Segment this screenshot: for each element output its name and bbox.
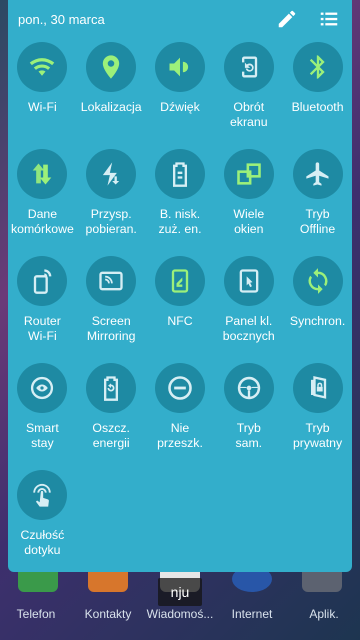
tile-bluetooth[interactable]: Bluetooth xyxy=(283,42,352,149)
tile-button[interactable] xyxy=(17,42,68,92)
tile-nfc[interactable]: NFC xyxy=(146,256,215,363)
list-view-button[interactable] xyxy=(314,4,344,34)
tile-button[interactable] xyxy=(17,363,68,413)
tile-label: Screen Mirroring xyxy=(86,314,136,343)
screen-rotation-icon xyxy=(241,56,257,78)
tile-hotspot[interactable]: Router Wi-Fi xyxy=(8,256,77,363)
tile-smart-stay[interactable]: Smart stay xyxy=(8,363,77,470)
toast-message: nju xyxy=(158,578,202,606)
tile-label: Nie przeszk. xyxy=(157,421,203,450)
tile-label: Lokalizacja xyxy=(80,100,142,114)
pencil-icon xyxy=(278,10,296,28)
tile-sync[interactable]: Synchron. xyxy=(283,256,352,363)
touch-sensitivity-icon xyxy=(33,483,52,507)
private-mode-icon xyxy=(310,376,326,399)
tile-label: Synchron. xyxy=(289,314,346,328)
hotspot-icon xyxy=(34,269,52,294)
side-key-panel-icon xyxy=(239,269,259,293)
quick-settings-grid: Wi-Fi Lokalizacja Dźwięk Obrót ekranu Blueto… xyxy=(8,42,352,577)
tile-mobile-data[interactable]: Dane komórkowe xyxy=(8,149,77,256)
tile-do-not-disturb[interactable]: Nie przeszk. xyxy=(146,363,215,470)
tile-button[interactable] xyxy=(223,42,274,92)
tile-label: Smart stay xyxy=(25,421,59,450)
tile-label: Bluetooth xyxy=(291,100,344,114)
tile-multi-window[interactable]: Wiele okien xyxy=(214,149,283,256)
tile-label: B. nisk. zuż. en. xyxy=(158,207,202,236)
tile-private-mode[interactable]: Tryb prywatny xyxy=(283,363,352,470)
tile-label: Dane komórkowe xyxy=(10,207,74,236)
tile-button[interactable] xyxy=(223,149,274,199)
location-pin-icon xyxy=(103,55,120,79)
tile-button[interactable] xyxy=(86,363,137,413)
tile-label: Panel kl. bocznych xyxy=(222,314,275,343)
tile-label: Router Wi-Fi xyxy=(23,314,61,343)
tile-button[interactable] xyxy=(17,256,68,306)
dock-label-telefon: Telefon xyxy=(16,607,56,621)
tile-label: Obrót ekranu xyxy=(229,100,268,129)
bluetooth-icon xyxy=(309,55,325,79)
tile-button[interactable] xyxy=(223,256,274,306)
smart-stay-icon xyxy=(31,376,54,400)
date-label: pon., 30 marca xyxy=(18,11,105,27)
tile-power-saving[interactable]: Oszcz. energii xyxy=(77,363,146,470)
tile-ultra-power-saving[interactable]: B. nisk. zuż. en. xyxy=(146,149,215,256)
dock-label-internet: Internet xyxy=(231,607,273,621)
dock-label-wiadomosci: Wiadomoś... xyxy=(146,607,214,621)
tile-button[interactable] xyxy=(86,149,137,199)
tile-label: Wi-Fi xyxy=(28,100,57,114)
tile-button[interactable] xyxy=(154,363,205,413)
tile-label: Wiele okien xyxy=(233,207,265,236)
tile-button[interactable] xyxy=(86,42,137,92)
sync-icon xyxy=(308,268,328,294)
airplane-icon xyxy=(305,162,329,186)
tile-download-booster[interactable]: Przysp. pobieran. xyxy=(77,149,146,256)
tile-screen-mirroring[interactable]: Screen Mirroring xyxy=(77,256,146,363)
tile-screen-rotation[interactable]: Obrót ekranu xyxy=(214,42,283,149)
tile-button[interactable] xyxy=(292,149,343,199)
multi-window-icon xyxy=(236,163,261,185)
tile-speaker[interactable]: Dźwięk xyxy=(146,42,215,149)
mobile-data-icon xyxy=(33,163,52,185)
quick-settings-panel: pon., 30 marca Wi-Fi Lokalizacja Dźwięk Obr… xyxy=(8,0,352,572)
dock-label-aplikacje: Aplik. xyxy=(309,607,339,621)
tile-label: Przysp. pobieran. xyxy=(85,207,137,236)
tile-button[interactable] xyxy=(223,363,274,413)
wifi-icon xyxy=(30,58,55,76)
tile-label: Tryb sam. xyxy=(235,421,263,450)
tile-button[interactable] xyxy=(17,470,68,520)
tile-wifi[interactable]: Wi-Fi xyxy=(8,42,77,149)
tile-button[interactable] xyxy=(292,42,343,92)
tile-button[interactable] xyxy=(154,256,205,306)
speaker-icon xyxy=(169,57,189,77)
tile-label: Tryb Offline xyxy=(299,207,336,236)
tile-button[interactable] xyxy=(154,149,205,199)
screen-mirroring-icon xyxy=(99,271,123,291)
tile-button[interactable] xyxy=(154,42,205,92)
tile-button[interactable] xyxy=(17,149,68,199)
tile-label: Czułość dotyku xyxy=(20,528,65,557)
tile-button[interactable] xyxy=(292,363,343,413)
dock-label-kontakty: Kontakty xyxy=(84,607,132,621)
tile-touch-sensitivity[interactable]: Czułość dotyku xyxy=(8,470,77,577)
edit-button[interactable] xyxy=(272,4,302,34)
panel-header: pon., 30 marca xyxy=(8,0,352,38)
tile-button[interactable] xyxy=(86,256,137,306)
tile-side-key-panel[interactable]: Panel kl. bocznych xyxy=(214,256,283,363)
tile-label: NFC xyxy=(167,314,193,328)
do-not-disturb-icon xyxy=(168,376,192,400)
tile-label: Oszcz. energii xyxy=(92,421,130,450)
tile-label: Tryb prywatny xyxy=(292,421,343,450)
tile-button[interactable] xyxy=(292,256,343,306)
car-mode-icon xyxy=(237,376,260,400)
ultra-power-saving-icon xyxy=(172,162,187,187)
tile-label: Dźwięk xyxy=(160,100,200,114)
download-booster-icon xyxy=(103,162,120,186)
tile-location-pin[interactable]: Lokalizacja xyxy=(77,42,146,149)
tile-car-mode[interactable]: Tryb sam. xyxy=(214,363,283,470)
tile-airplane[interactable]: Tryb Offline xyxy=(283,149,352,256)
power-saving-icon xyxy=(104,376,119,401)
nfc-icon xyxy=(171,269,189,293)
list-icon xyxy=(320,12,338,26)
